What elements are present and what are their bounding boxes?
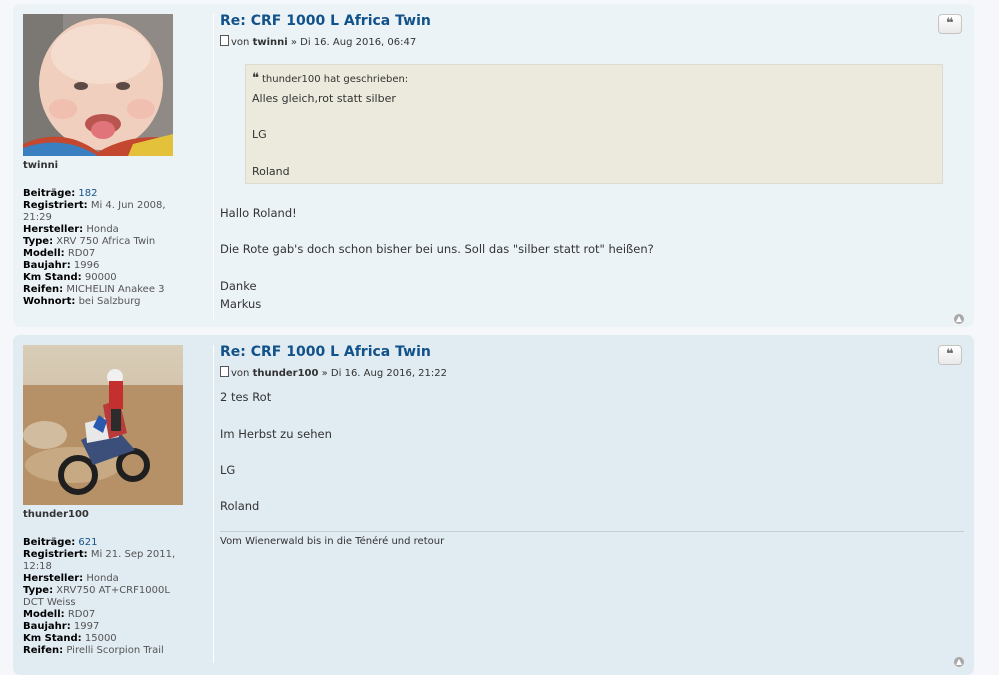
post-title[interactable]: Re: CRF 1000 L Africa Twin [220,344,431,360]
post-title[interactable]: Re: CRF 1000 L Africa Twin [220,13,431,29]
signature-divider [220,531,964,532]
reifen-value: Pirelli Scorpion Trail [66,645,164,656]
post-date: » Di 16. Aug 2016, 06:47 [287,37,417,48]
hersteller-value: Honda [86,224,119,235]
content-line: Die Rote gab's doch schon bisher bei uns… [220,242,654,256]
content-line: Hallo Roland! [220,206,297,220]
label-wohnort: Wohnort: [23,296,76,307]
author-prefix: von [231,37,253,48]
label-reifen: Reifen: [23,284,64,295]
label-modell: Modell: [23,609,65,620]
quote-cite: ❝ thunder100 hat geschrieben: [252,71,942,86]
signature: Vom Wienerwald bis in die Ténéré und ret… [220,536,445,547]
content-line: Markus [220,297,262,311]
quote-button[interactable]: ❝ [938,345,962,365]
baujahr-value: 1996 [73,260,100,271]
content-line: LG [220,463,236,477]
wohnort-value: bei Salzburg [78,296,141,307]
post-author: von twinni » Di 16. Aug 2016, 06:47 [220,35,416,48]
label-hersteller: Hersteller: [23,573,84,584]
label-type: Type: [23,585,54,596]
quote-button[interactable]: ❝ [938,14,962,34]
username[interactable]: twinni [23,160,213,171]
quote-line: LG [252,128,267,141]
profile-info: Beiträge: 621 Registriert: Mi 21. Sep 20… [23,537,213,657]
type-value: XRV 750 Africa Twin [56,236,156,247]
label-km: Km Stand: [23,633,82,644]
label-hersteller: Hersteller: [23,224,84,235]
post-date: » Di 16. Aug 2016, 21:22 [318,368,447,379]
author-link[interactable]: twinni [253,37,288,48]
label-type: Type: [23,236,54,247]
post-doc-icon[interactable] [220,35,229,46]
beitraege-count[interactable]: 621 [78,537,97,548]
quote-icon: ❝ [252,71,259,86]
username[interactable]: thunder100 [23,509,213,520]
author-prefix: von [231,368,253,379]
post-profile: thunder100 Beiträge: 621 Registriert: Mi… [23,345,214,663]
quote-line: Roland [252,165,290,178]
top-arrow-icon[interactable]: ▲ [954,657,964,667]
author-link[interactable]: thunder100 [253,368,319,379]
content-line: Im Herbst zu sehen [220,427,332,441]
post-2: thunder100 Beiträge: 621 Registriert: Mi… [13,335,974,675]
label-baujahr: Baujahr: [23,260,71,271]
avatar-motorcycle[interactable] [23,345,183,505]
modell-value: RD07 [67,248,96,259]
label-registriert: Registriert: [23,549,88,560]
quote-cite-text: thunder100 hat geschrieben: [262,74,409,85]
label-modell: Modell: [23,248,65,259]
km-value: 90000 [84,272,117,283]
post-1: twinni Beiträge: 182 Registriert: Mi 4. … [13,4,974,327]
label-km: Km Stand: [23,272,82,283]
avatar-baby[interactable] [23,14,173,156]
baujahr-value: 1997 [73,621,100,632]
content-line: Roland [220,499,260,513]
post-doc-icon[interactable] [220,366,229,377]
km-value: 15000 [84,633,117,644]
profile-info: Beiträge: 182 Registriert: Mi 4. Jun 200… [23,188,213,308]
reifen-value: MICHELIN Anakee 3 [66,284,165,295]
content-line: Danke [220,279,257,293]
label-beitraege: Beiträge: [23,188,76,199]
quote-block: ❝ thunder100 hat geschrieben: Alles gleic… [245,64,943,184]
top-arrow-icon[interactable]: ▲ [954,314,964,324]
label-beitraege: Beiträge: [23,537,76,548]
label-reifen: Reifen: [23,645,64,656]
post-profile: twinni Beiträge: 182 Registriert: Mi 4. … [23,14,214,319]
label-registriert: Registriert: [23,200,88,211]
quote-line: Alles gleich,rot statt silber [252,92,396,105]
content-line: 2 tes Rot [220,390,272,404]
label-baujahr: Baujahr: [23,621,71,632]
modell-value: RD07 [67,609,96,620]
beitraege-count[interactable]: 182 [78,188,97,199]
hersteller-value: Honda [86,573,119,584]
post-author: von thunder100 » Di 16. Aug 2016, 21:22 [220,366,447,379]
